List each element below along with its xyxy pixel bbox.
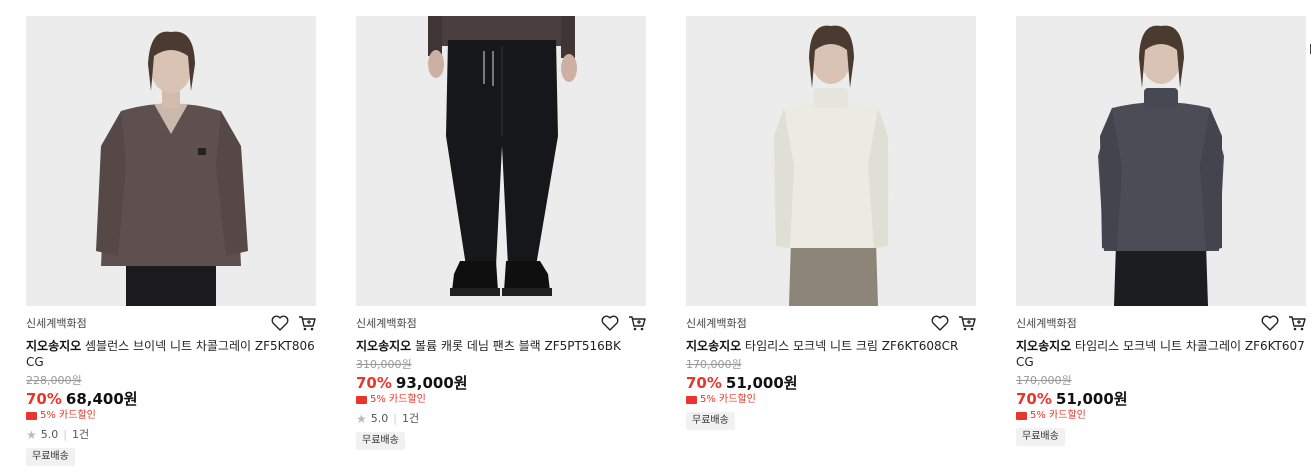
store-name: 신세계백화점 — [1016, 317, 1077, 330]
card-discount: 5% 카드할인 — [26, 409, 316, 422]
star-icon: ★ — [26, 428, 37, 442]
heart-icon[interactable] — [271, 315, 289, 331]
sale-price: 51,000원 — [725, 374, 798, 392]
card-discount-label: 5% 카드할인 — [370, 394, 426, 405]
store-name: 신세계백화점 — [26, 317, 87, 330]
product-name: 볼륨 캐롯 데님 팬츠 블랙 ZF5PT516BK — [415, 339, 621, 353]
price-row: 70% 68,400원 — [26, 390, 316, 408]
review-count: 1건 — [401, 412, 420, 425]
discount-rate: 70% — [1016, 390, 1052, 408]
cart-icon[interactable] — [958, 315, 976, 331]
shipping-badge: 무료배송 — [356, 432, 405, 450]
card-icon — [26, 411, 37, 420]
card-discount-label: 5% 카드할인 — [700, 394, 756, 405]
original-price: 170,000원 — [686, 358, 742, 371]
product-image[interactable] — [356, 16, 646, 306]
product-photo-illustration — [26, 16, 316, 306]
product-photo-illustration — [1016, 16, 1306, 306]
sale-price: 68,400원 — [65, 390, 138, 408]
product-card[interactable]: 신세계백화점 지오송지오 볼륨 캐롯 데님 팬츠 블랙 ZF5PT516BK 3… — [356, 16, 646, 450]
sale-price: 51,000원 — [1055, 390, 1128, 408]
rating: ★ 5.0 | 1건 — [26, 428, 90, 442]
card-discount: 5% 카드할인 — [356, 393, 646, 406]
brand-name: 지오송지오 — [26, 339, 82, 353]
product-image[interactable] — [686, 16, 976, 306]
price-row: 70% 51,000원 — [686, 374, 976, 392]
shipping-badge: 무료배송 — [1016, 428, 1065, 446]
original-price: 228,000원 — [26, 374, 82, 387]
store-name: 신세계백화점 — [686, 317, 747, 330]
price-row: 70% 93,000원 — [356, 374, 646, 392]
original-price: 310,000원 — [356, 358, 412, 371]
sale-price: 93,000원 — [395, 374, 468, 392]
rating-value: 5.0 — [370, 412, 389, 425]
heart-icon[interactable] — [601, 315, 619, 331]
discount-rate: 70% — [356, 374, 392, 392]
heart-icon[interactable] — [931, 315, 949, 331]
product-image[interactable] — [26, 16, 316, 306]
card-discount-label: 5% 카드할인 — [40, 410, 96, 421]
cart-icon[interactable] — [298, 315, 316, 331]
review-count: 1건 — [71, 428, 90, 441]
card-icon — [1016, 411, 1027, 420]
rating-value: 5.0 — [40, 428, 59, 441]
product-name: 타임리스 모크넥 니트 크림 ZF6KT608CR — [745, 339, 959, 353]
card-icon — [686, 395, 697, 404]
product-photo-illustration — [686, 16, 976, 306]
card-discount: 5% 카드할인 — [1016, 409, 1306, 422]
brand-name: 지오송지오 — [686, 339, 742, 353]
product-card[interactable]: 신세계백화점 지오송지오 타임리스 모크넥 니트 차콜그레이 ZF6KT607C… — [1016, 16, 1306, 446]
store-name: 신세계백화점 — [356, 317, 417, 330]
card-discount-label: 5% 카드할인 — [1030, 410, 1086, 421]
shipping-badge: 무료배송 — [686, 412, 735, 430]
shipping-badge: 무료배송 — [26, 448, 75, 466]
product-card[interactable]: 신세계백화점 지오송지오 셈블런스 브이넥 니트 차콜그레이 ZF5KT806C… — [26, 16, 316, 466]
product-image[interactable] — [1016, 16, 1306, 306]
original-price: 170,000원 — [1016, 374, 1072, 387]
product-photo-illustration — [356, 16, 646, 306]
heart-icon[interactable] — [1261, 315, 1279, 331]
brand-name: 지오송지오 — [1016, 339, 1072, 353]
price-row: 70% 51,000원 — [1016, 390, 1306, 408]
product-title[interactable]: 지오송지오 타임리스 모크넥 니트 차콜그레이 ZF6KT607CG — [1016, 338, 1306, 370]
product-title[interactable]: 지오송지오 셈블런스 브이넥 니트 차콜그레이 ZF5KT806CG — [26, 338, 316, 370]
brand-name: 지오송지오 — [356, 339, 412, 353]
discount-rate: 70% — [26, 390, 62, 408]
rating: ★ 5.0 | 1건 — [356, 412, 420, 426]
product-card[interactable]: 신세계백화점 지오송지오 타임리스 모크넥 니트 크림 ZF6KT608CR 1… — [686, 16, 976, 430]
discount-rate: 70% — [686, 374, 722, 392]
card-discount: 5% 카드할인 — [686, 393, 976, 406]
cart-icon[interactable] — [628, 315, 646, 331]
product-title[interactable]: 지오송지오 타임리스 모크넥 니트 크림 ZF6KT608CR — [686, 338, 976, 354]
star-icon: ★ — [356, 412, 367, 426]
product-title[interactable]: 지오송지오 볼륨 캐롯 데님 팬츠 블랙 ZF5PT516BK — [356, 338, 646, 354]
card-icon — [356, 395, 367, 404]
cart-icon[interactable] — [1288, 315, 1306, 331]
